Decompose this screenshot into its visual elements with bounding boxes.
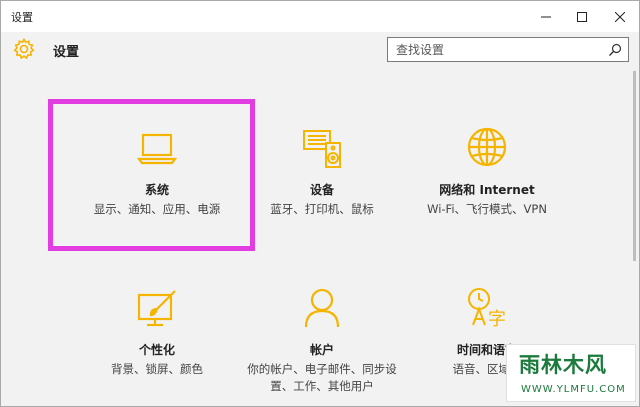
search-box[interactable] [387, 37, 629, 62]
devices-icon [303, 130, 341, 168]
settings-window: 设置 设置 查找设置 系统 显示、通知、应用、电源 设备 蓝牙、打印机、鼠标 网… [0, 0, 640, 407]
highlight-annotation [48, 99, 255, 251]
zi-glyph: 字 [488, 309, 506, 330]
maximize-icon [577, 11, 587, 22]
gear-icon [13, 37, 35, 60]
person-icon [304, 288, 340, 328]
page-title: 设置 [53, 45, 80, 60]
window-title: 设置 [11, 11, 33, 24]
tile-accounts[interactable]: 帐户 你的帐户、电子邮件、同步设置、工作、其他用户 [232, 285, 412, 395]
watermark-url: WWW.YLMFU.COM [521, 384, 626, 395]
tile-title: 设备 [309, 183, 334, 197]
paint-icon [137, 290, 176, 327]
scrollbar-thumb[interactable] [633, 71, 636, 261]
minimize-icon [541, 16, 551, 17]
settings-header: 设置 [1, 32, 639, 68]
close-icon [615, 11, 625, 22]
tile-description: 你的帐户、电子邮件、同步设置、工作、其他用户 [247, 362, 397, 393]
title-bar[interactable]: 设置 [1, 1, 639, 32]
tile-personalization[interactable]: 个性化 背景、锁屏、颜色 [67, 285, 247, 378]
tile-title: 网络和 Internet [439, 183, 535, 197]
close-button[interactable] [597, 1, 640, 32]
tile-network[interactable]: 网络和 Internet Wi-Fi、飞行模式、VPN [397, 125, 577, 218]
tile-description: Wi-Fi、飞行模式、VPN [427, 202, 547, 216]
watermark-logo-text: 雨林木风 [519, 353, 607, 377]
search-icon[interactable] [608, 43, 622, 57]
tile-title: 帐户 [309, 343, 334, 357]
tile-devices[interactable]: 设备 蓝牙、打印机、鼠标 [232, 125, 412, 218]
time-language-icon: 字 [468, 288, 506, 330]
tile-title: 个性化 [138, 343, 175, 357]
watermark: 雨林木风 WWW.YLMFU.COM [506, 344, 636, 402]
search-input[interactable] [388, 38, 598, 61]
tile-description: 背景、锁屏、颜色 [111, 362, 203, 376]
globe-icon [467, 127, 507, 167]
tile-description: 蓝牙、打印机、鼠标 [270, 202, 374, 216]
